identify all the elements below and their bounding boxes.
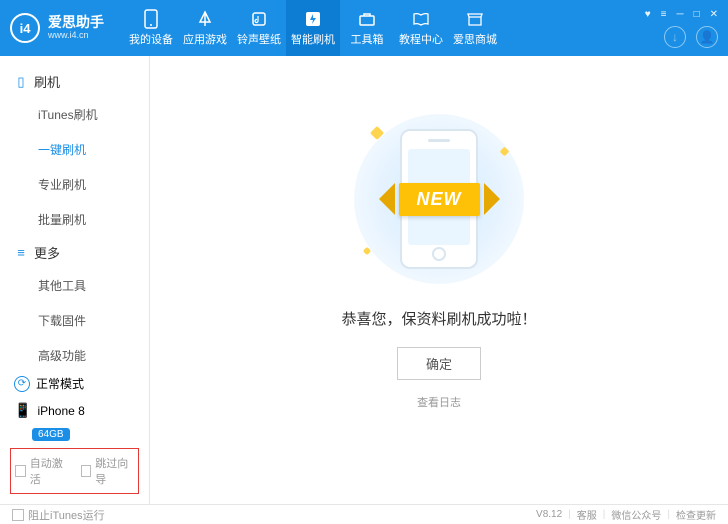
checkbox-label: 阻止iTunes运行 [28,507,105,523]
version-label: V8.12 [536,509,562,520]
brand: i4 爱思助手 www.i4.cn [10,13,104,43]
new-ribbon: NEW [399,183,480,216]
brand-title: 爱思助手 [48,15,104,30]
block-itunes-checkbox[interactable]: 阻止iTunes运行 [12,507,105,523]
checkbox-label: 自动激活 [30,455,69,487]
nav-label: 智能刷机 [291,31,335,47]
sidebar-category-more[interactable]: ≡ 更多 [0,237,149,268]
sparkle-icon [363,247,371,255]
sidebar-item-advanced[interactable]: 高级功能 [0,338,149,362]
nav-label: 我的设备 [129,31,173,47]
brand-logo-icon: i4 [10,13,40,43]
store-icon [465,9,485,29]
phone-outline-icon: ▯ [14,75,28,89]
sidebar-item-batch-flash[interactable]: 批量刷机 [0,202,149,237]
phone-icon [141,9,161,29]
sparkle-icon [500,147,510,157]
apps-icon [195,9,215,29]
category-label: 刷机 [34,72,60,91]
close-button[interactable]: ✕ [710,9,718,20]
checkbox-icon [12,509,24,521]
brand-url: www.i4.cn [48,31,104,41]
nav-store[interactable]: 爱思商城 [448,0,502,56]
separator: | [603,509,606,520]
checkbox-icon [15,465,26,477]
footer-right: V8.12 | 客服 | 微信公众号 | 检查更新 [536,507,716,522]
nav-label: 教程中心 [399,31,443,47]
separator: | [667,509,670,520]
sidebar-scroll: ▯ 刷机 iTunes刷机 一键刷机 专业刷机 批量刷机 ≡ 更多 其他工具 下… [0,56,149,362]
sidebar-item-download-firmware[interactable]: 下载固件 [0,303,149,338]
header: i4 爱思助手 www.i4.cn 我的设备 应用游戏 铃声壁纸 智能刷机 工具… [0,0,728,56]
checkbox-label: 跳过向导 [95,455,134,487]
music-icon [249,9,269,29]
header-right: ♥ ≡ ─ □ ✕ ↓ 👤 [645,9,722,48]
sidebar-item-pro-flash[interactable]: 专业刷机 [0,167,149,202]
nav-tutorials[interactable]: 教程中心 [394,0,448,56]
wechat-link[interactable]: 微信公众号 [611,507,661,522]
sidebar-bottom: ⟳ 正常模式 📱 iPhone 8 64GB 自动激活 跳过向导 [0,362,149,504]
nav-apps[interactable]: 应用游戏 [178,0,232,56]
highlighted-options: 自动激活 跳过向导 [10,448,139,494]
sparkle-icon [370,126,384,140]
phone-small-icon: 📱 [14,402,31,419]
sidebar-item-oneclick-flash[interactable]: 一键刷机 [0,132,149,167]
success-message: 恭喜您，保资料刷机成功啦！ [341,308,536,329]
minimize-button[interactable]: ─ [676,9,683,20]
sidebar-category-flash[interactable]: ▯ 刷机 [0,66,149,97]
brand-text: 爱思助手 www.i4.cn [48,15,104,40]
book-icon [411,9,431,29]
cart-icon[interactable]: ♥ [645,9,651,20]
window-controls: ♥ ≡ ─ □ ✕ [645,9,718,20]
ok-button[interactable]: 确定 [397,347,481,380]
device-mode[interactable]: ⟳ 正常模式 [10,370,139,397]
body: ▯ 刷机 iTunes刷机 一键刷机 专业刷机 批量刷机 ≡ 更多 其他工具 下… [0,56,728,504]
toolbox-icon [357,9,377,29]
nav-flash[interactable]: 智能刷机 [286,0,340,56]
header-circle-buttons: ↓ 👤 [664,26,718,48]
skip-wizard-checkbox[interactable]: 跳过向导 [81,455,135,487]
success-illustration: NEW [339,114,539,284]
check-update-link[interactable]: 检查更新 [676,507,716,522]
view-log-link[interactable]: 查看日志 [417,394,461,410]
nav-label: 应用游戏 [183,31,227,47]
separator: | [568,509,571,520]
auto-activate-checkbox[interactable]: 自动激活 [15,455,69,487]
sidebar: ▯ 刷机 iTunes刷机 一键刷机 专业刷机 批量刷机 ≡ 更多 其他工具 下… [0,56,150,504]
more-icon: ≡ [14,246,28,260]
sidebar-item-other-tools[interactable]: 其他工具 [0,268,149,303]
main-content: NEW 恭喜您，保资料刷机成功啦！ 确定 查看日志 [150,56,728,504]
nav-toolbox[interactable]: 工具箱 [340,0,394,56]
sidebar-item-itunes-flash[interactable]: iTunes刷机 [0,97,149,132]
maximize-button[interactable]: □ [694,9,700,20]
checkbox-icon [81,465,92,477]
capacity-badge: 64GB [32,428,70,441]
account-button[interactable]: 👤 [696,26,718,48]
refresh-icon: ⟳ [14,376,30,392]
nav-ringtones[interactable]: 铃声壁纸 [232,0,286,56]
download-button[interactable]: ↓ [664,26,686,48]
nav-label: 铃声壁纸 [237,31,281,47]
nav-label: 工具箱 [351,31,384,47]
menu-icon[interactable]: ≡ [661,9,667,20]
support-link[interactable]: 客服 [577,507,597,522]
device-name: iPhone 8 [37,404,84,418]
status-bar: 阻止iTunes运行 V8.12 | 客服 | 微信公众号 | 检查更新 [0,504,728,524]
top-nav: 我的设备 应用游戏 铃声壁纸 智能刷机 工具箱 教程中心 爱思商城 [124,0,502,56]
mode-label: 正常模式 [36,375,84,392]
category-label: 更多 [34,243,60,262]
connected-device[interactable]: 📱 iPhone 8 [10,397,139,424]
flash-icon [303,9,323,29]
nav-my-device[interactable]: 我的设备 [124,0,178,56]
nav-label: 爱思商城 [453,31,497,47]
